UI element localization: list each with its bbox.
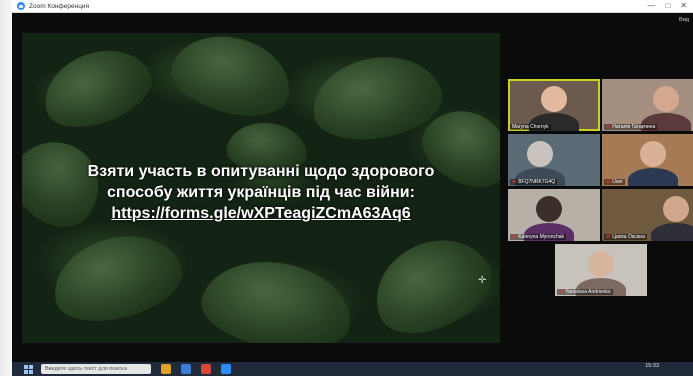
- explorer-app-icon[interactable]: [181, 364, 191, 374]
- chrome-app-icon[interactable]: [201, 364, 211, 374]
- participant-video: [588, 251, 614, 278]
- participant-name: Maryna Chornyk: [510, 124, 551, 130]
- zoom-meeting-window: Zoom Конференция — □ ✕ Вид Взяти участь …: [12, 0, 693, 362]
- taskbar-clock: 15:33: [645, 363, 659, 369]
- participant-video: [541, 86, 567, 113]
- window-title: Zoom Конференция: [29, 2, 90, 10]
- participant-tile[interactable]: ⊘ BFQ7NRK7G4Q: [508, 134, 600, 186]
- zoom-logo-icon: [17, 2, 25, 10]
- taskbar-search-input[interactable]: Введите здесь текст для поиска: [41, 364, 151, 374]
- participant-name: ⊘ BFQ7NRK7G4Q: [510, 179, 558, 185]
- mic-muted-icon: ⊘: [606, 124, 611, 130]
- participant-video: [639, 141, 666, 168]
- browser-app-icon[interactable]: [161, 364, 171, 374]
- maximize-button[interactable]: □: [665, 1, 670, 10]
- title-bar: Zoom Конференция — □ ✕: [12, 0, 693, 13]
- windows-start-icon[interactable]: [24, 364, 33, 374]
- zoom-app-icon[interactable]: [221, 364, 231, 374]
- windows-taskbar: Введите здесь текст для поиска 15:33: [12, 362, 693, 376]
- participant-tile[interactable]: ⊘ User: [602, 134, 693, 186]
- participant-tile[interactable]: ⊘ Kateryna Myronchak: [508, 189, 600, 241]
- close-button[interactable]: ✕: [680, 1, 687, 10]
- cursor-crosshair-icon: ✛: [478, 275, 487, 286]
- participant-name: ⊘ User: [604, 179, 625, 185]
- participant-name: ⊘ Yaroslava Andrienko: [557, 289, 613, 295]
- minimize-button[interactable]: —: [647, 1, 655, 10]
- search-placeholder: Введите здесь текст для поиска: [45, 366, 127, 372]
- participant-tile[interactable]: ⊘ Наталія Гатарчина: [602, 79, 693, 131]
- participant-video-body: [650, 223, 693, 241]
- participant-tile[interactable]: Maryna Chornyk: [508, 79, 600, 131]
- participant-gallery: Maryna Chornyk ⊘ Наталія Гатарчина ⊘ BFQ7N…: [508, 79, 693, 299]
- slide-message: Взяти участь в опитуванні щодо здорового…: [22, 161, 500, 224]
- participant-name: ⊘ Цапка Оксана: [604, 234, 647, 240]
- slide-line-2: способу життя українців під час війни:: [107, 184, 415, 201]
- basil-leaf-image: [195, 250, 359, 343]
- mic-muted-icon: ⊘: [512, 179, 517, 185]
- participant-name: ⊘ Наталія Гатарчина: [604, 124, 658, 130]
- desktop-edge: [0, 0, 12, 376]
- participant-video-body: [627, 168, 678, 186]
- window-controls: — □ ✕: [647, 1, 687, 10]
- mic-muted-icon: ⊘: [559, 289, 564, 295]
- participant-tile[interactable]: ⊘ Цапка Оксана: [602, 189, 693, 241]
- basil-leaf-image: [164, 33, 300, 128]
- participant-name: ⊘ Kateryna Myronchak: [510, 234, 567, 240]
- view-button[interactable]: Вид: [679, 17, 689, 23]
- mic-muted-icon: ⊘: [606, 179, 611, 185]
- shared-screen-slide: Взяти участь в опитуванні щодо здорового…: [22, 33, 500, 343]
- participant-tile[interactable]: ⊘ Yaroslava Andrienko: [555, 244, 647, 296]
- mic-muted-icon: ⊘: [606, 234, 611, 240]
- slide-line-1: Взяти участь в опитуванні щодо здорового: [87, 163, 435, 180]
- participant-video: [527, 141, 554, 168]
- mic-muted-icon: ⊘: [512, 234, 517, 240]
- participant-video: [653, 86, 680, 113]
- basil-leaf-image: [33, 36, 161, 140]
- survey-link[interactable]: https://forms.gle/wXPTeagiZCmA63Aq6: [22, 203, 500, 224]
- basil-leaf-image: [43, 222, 191, 334]
- participant-video: [536, 196, 563, 223]
- participant-video: [662, 196, 689, 223]
